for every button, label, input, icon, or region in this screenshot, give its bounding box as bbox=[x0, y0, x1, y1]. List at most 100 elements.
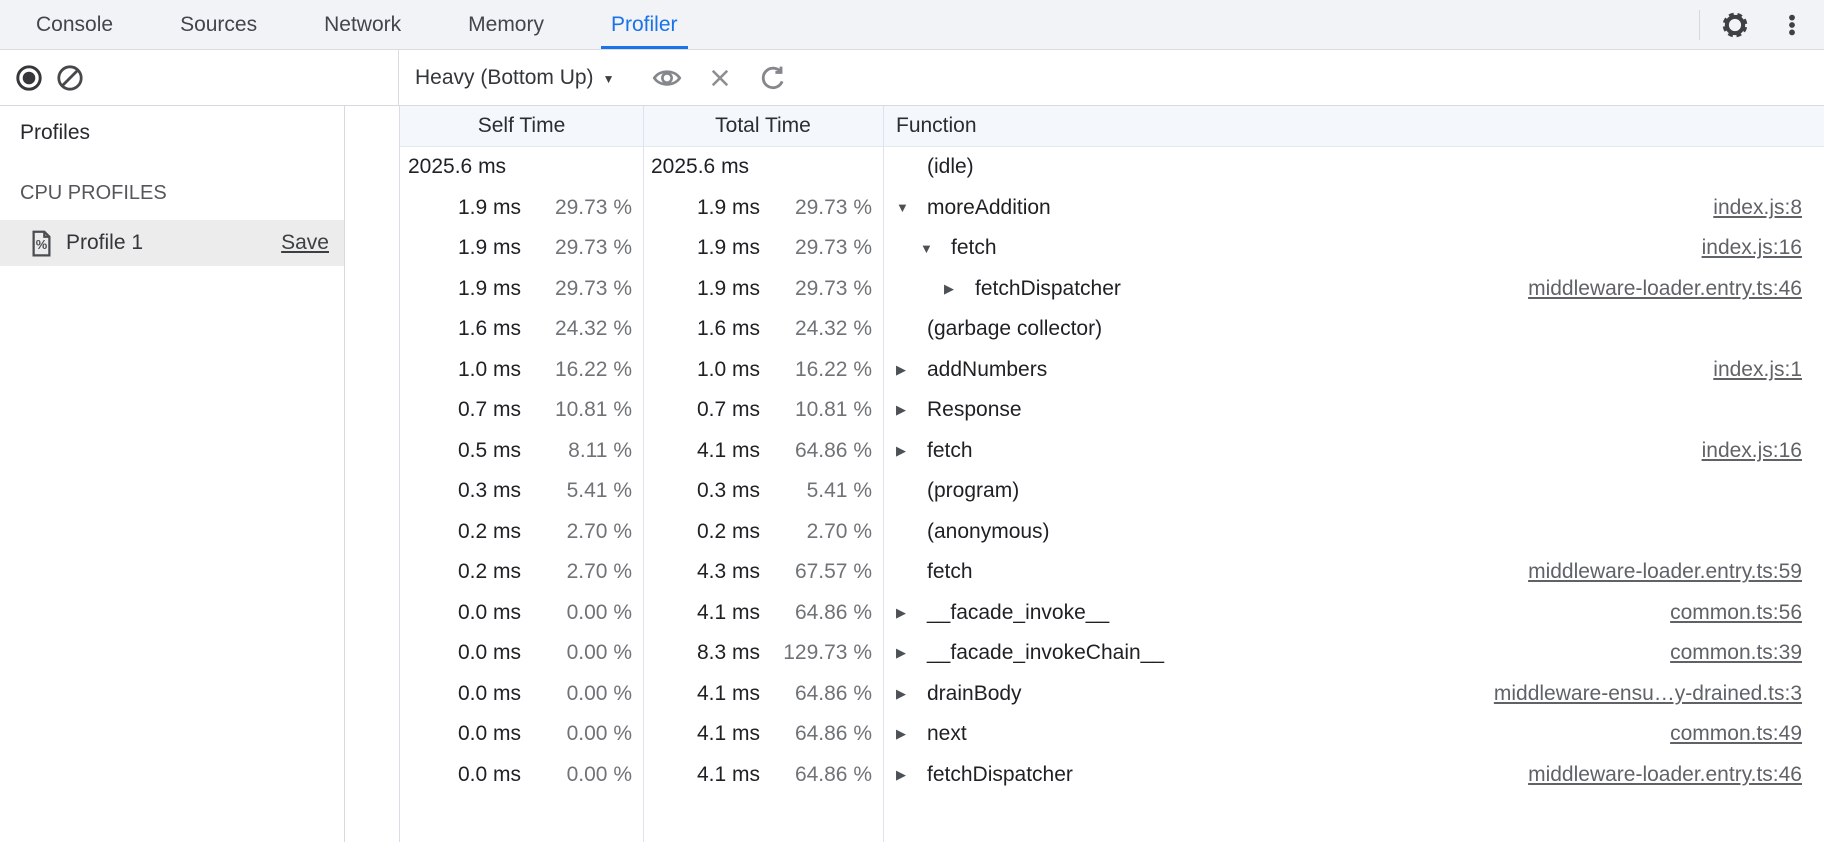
total-time-ms: 1.0 ms bbox=[643, 358, 760, 382]
self-time-cell: 1.9 ms29.73 % bbox=[400, 269, 643, 310]
content-area: Profiles CPU PROFILES % Profile 1 Save bbox=[0, 106, 1824, 842]
view-selector-dropdown[interactable]: Heavy (Bottom Up) ▼ bbox=[415, 66, 614, 90]
tab-memory[interactable]: Memory bbox=[458, 0, 554, 49]
self-time-ms: 1.9 ms bbox=[400, 196, 521, 220]
total-time-cell: 0.3 ms5.41 % bbox=[643, 471, 883, 512]
source-link[interactable]: index.js:8 bbox=[1713, 196, 1802, 220]
expand-arrow-icon[interactable]: ▼ bbox=[920, 241, 951, 256]
total-time-ms: 1.9 ms bbox=[643, 236, 760, 260]
close-icon[interactable] bbox=[706, 64, 734, 92]
tab-sources[interactable]: Sources bbox=[170, 0, 267, 49]
tab-network[interactable]: Network bbox=[314, 0, 411, 49]
function-cell: ▶fetchDispatchermiddleware-loader.entry.… bbox=[883, 269, 1824, 310]
self-time-cell: 0.2 ms2.70 % bbox=[400, 512, 643, 553]
save-profile-link[interactable]: Save bbox=[281, 231, 329, 255]
self-time-percent: 16.22 % bbox=[521, 358, 643, 382]
grid-row[interactable]: 0.3 ms5.41 %0.3 ms5.41 %(program) bbox=[400, 471, 1824, 512]
sidebar-gutter bbox=[345, 106, 399, 842]
tabbar-divider bbox=[1699, 10, 1700, 40]
self-time-ms: 1.9 ms bbox=[400, 236, 521, 260]
column-header-total-time[interactable]: Total Time bbox=[643, 106, 883, 146]
function-cell: ▶next common.ts:49 bbox=[883, 714, 1824, 755]
record-icon[interactable] bbox=[15, 64, 43, 92]
tabbar-right-controls bbox=[1699, 0, 1824, 49]
sidebar-item-profile-1[interactable]: % Profile 1 Save bbox=[0, 220, 344, 266]
clear-icon[interactable] bbox=[56, 64, 84, 92]
grid-row[interactable]: 0.0 ms0.00 %4.1 ms64.86 %▶__facade_invok… bbox=[400, 593, 1824, 634]
expand-arrow-icon[interactable]: ▶ bbox=[896, 686, 927, 702]
settings-gear-icon[interactable] bbox=[1720, 10, 1750, 40]
source-link[interactable]: common.ts:39 bbox=[1670, 641, 1802, 665]
grid-header-row: Self Time Total Time Function bbox=[400, 106, 1824, 147]
grid-row[interactable]: 1.0 ms16.22 %1.0 ms16.22 %▶addNumbersind… bbox=[400, 350, 1824, 391]
refresh-icon[interactable] bbox=[758, 63, 788, 93]
source-link[interactable]: middleware-loader.entry.ts:46 bbox=[1528, 277, 1802, 301]
source-link[interactable]: middleware-loader.entry.ts:46 bbox=[1528, 763, 1802, 787]
grid-row[interactable]: 0.0 ms0.00 %8.3 ms129.73 %▶__facade_invo… bbox=[400, 633, 1824, 674]
grid-row[interactable]: 0.0 ms0.00 %4.1 ms64.86 %▶drainBodymiddl… bbox=[400, 674, 1824, 715]
function-name: fetch bbox=[927, 439, 973, 463]
grid-row[interactable]: 1.9 ms29.73 %1.9 ms29.73 %▶fetchDispatch… bbox=[400, 269, 1824, 310]
total-time-ms: 4.1 ms bbox=[643, 682, 760, 706]
grid-row[interactable]: 0.7 ms10.81 %0.7 ms10.81 %▶Response bbox=[400, 390, 1824, 431]
grid-row[interactable]: 0.2 ms2.70 %4.3 ms67.57 %fetchmiddleware… bbox=[400, 552, 1824, 593]
self-time-percent: 8.11 % bbox=[521, 439, 643, 463]
function-cell: ▶addNumbersindex.js:1 bbox=[883, 350, 1824, 391]
column-header-function[interactable]: Function bbox=[883, 106, 1824, 146]
expand-arrow-icon[interactable]: ▶ bbox=[896, 443, 927, 459]
function-cell: ▶__facade_invokeChain__common.ts:39 bbox=[883, 633, 1824, 674]
total-time-percent: 64.86 % bbox=[760, 439, 883, 463]
grid-row[interactable]: 0.0 ms0.00 %4.1 ms64.86 %▶nextcommon.ts:… bbox=[400, 714, 1824, 755]
eye-icon[interactable] bbox=[652, 63, 682, 93]
grid-row[interactable]: 2025.6 ms2025.6 ms(idle) bbox=[400, 147, 1824, 188]
self-time-percent: 29.73 % bbox=[521, 196, 643, 220]
self-time-ms: 0.5 ms bbox=[400, 439, 521, 463]
source-link[interactable]: index.js:16 bbox=[1702, 439, 1802, 463]
tab-profiler[interactable]: Profiler bbox=[601, 0, 688, 49]
expand-arrow-icon[interactable]: ▶ bbox=[896, 767, 927, 783]
total-time-ms: 0.2 ms bbox=[643, 520, 760, 544]
self-time-percent: 0.00 % bbox=[521, 682, 643, 706]
grid-row[interactable]: 1.9 ms29.73 %1.9 ms29.73 %▼moreAdditioni… bbox=[400, 188, 1824, 229]
source-link[interactable]: common.ts:56 bbox=[1670, 601, 1802, 625]
expand-arrow-icon[interactable]: ▶ bbox=[944, 281, 975, 297]
expand-arrow-icon[interactable]: ▶ bbox=[896, 726, 927, 742]
grid-row[interactable]: 0.2 ms2.70 %0.2 ms2.70 %(anonymous) bbox=[400, 512, 1824, 553]
total-time-ms: 1.9 ms bbox=[643, 277, 760, 301]
grid-row[interactable]: 0.0 ms0.00 %4.1 ms64.86 %▶fetchDispatche… bbox=[400, 755, 1824, 796]
expand-arrow-icon[interactable]: ▶ bbox=[896, 362, 927, 378]
function-name: fetchDispatcher bbox=[927, 763, 1073, 787]
self-time-percent: 24.32 % bbox=[521, 317, 643, 341]
source-link[interactable]: middleware-ensu…y-drained.ts:3 bbox=[1494, 682, 1802, 706]
total-time-percent: 64.86 % bbox=[760, 601, 883, 625]
function-cell: ▶drainBodymiddleware-ensu…y-drained.ts:3 bbox=[883, 674, 1824, 715]
function-name: moreAddition bbox=[927, 196, 1051, 220]
bottom-up-data-grid: Self Time Total Time Function 2025.6 ms2… bbox=[399, 106, 1824, 842]
total-time-cell: 1.9 ms29.73 % bbox=[643, 269, 883, 310]
grid-row[interactable]: 1.6 ms24.32 %1.6 ms24.32 %(garbage colle… bbox=[400, 309, 1824, 350]
total-time-ms: 4.1 ms bbox=[643, 722, 760, 746]
expand-arrow-icon[interactable]: ▶ bbox=[896, 645, 927, 661]
total-time-ms: 4.1 ms bbox=[643, 763, 760, 787]
function-name: next bbox=[927, 722, 967, 746]
self-time-percent: 0.00 % bbox=[521, 601, 643, 625]
column-header-self-time[interactable]: Self Time bbox=[400, 106, 643, 146]
grid-row[interactable]: 1.9 ms29.73 %1.9 ms29.73 %▼fetchindex.js… bbox=[400, 228, 1824, 269]
more-menu-icon[interactable] bbox=[1778, 11, 1806, 39]
self-time-ms: 0.0 ms bbox=[400, 641, 521, 665]
profiles-sidebar: Profiles CPU PROFILES % Profile 1 Save bbox=[0, 106, 345, 842]
function-cell: (anonymous) bbox=[883, 512, 1824, 553]
source-link[interactable]: common.ts:49 bbox=[1670, 722, 1802, 746]
total-time-ms: 4.1 ms bbox=[643, 601, 760, 625]
source-link[interactable]: index.js:16 bbox=[1702, 236, 1802, 260]
grid-row[interactable]: 0.5 ms8.11 %4.1 ms64.86 %▶fetchindex.js:… bbox=[400, 431, 1824, 472]
toolbar-view-controls: Heavy (Bottom Up) ▼ bbox=[415, 50, 788, 105]
source-link[interactable]: middleware-loader.entry.ts:59 bbox=[1528, 560, 1802, 584]
expand-arrow-icon[interactable]: ▼ bbox=[896, 200, 927, 215]
expand-arrow-icon[interactable]: ▶ bbox=[896, 605, 927, 621]
tab-console[interactable]: Console bbox=[26, 0, 123, 49]
self-time-percent: 29.73 % bbox=[521, 277, 643, 301]
source-link[interactable]: index.js:1 bbox=[1713, 358, 1802, 382]
total-time-cell: 4.3 ms67.57 % bbox=[643, 552, 883, 593]
expand-arrow-icon[interactable]: ▶ bbox=[896, 402, 927, 418]
